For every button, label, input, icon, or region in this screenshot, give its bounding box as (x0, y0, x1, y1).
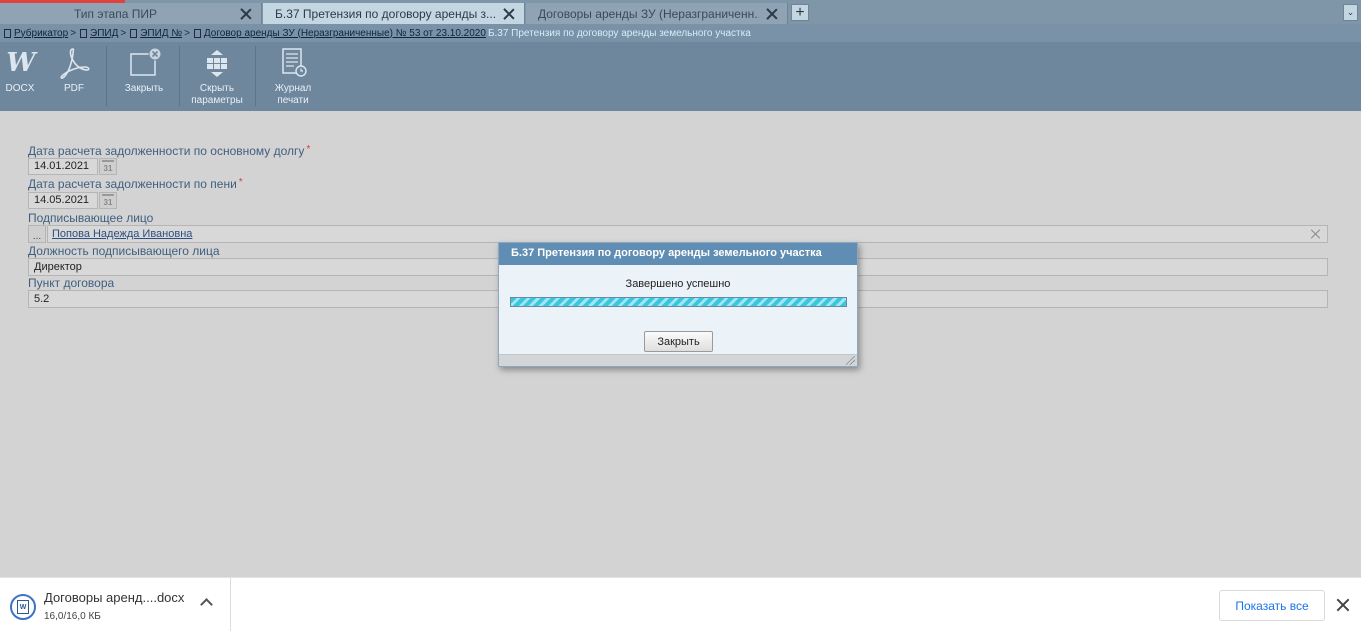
breadcrumb-item[interactable]: ЭПИД № (130, 28, 182, 39)
breadcrumb-item[interactable]: Рубрикатор (4, 28, 68, 39)
plus-icon: + (795, 3, 805, 21)
breadcrumb-link-contract[interactable]: Договор аренды ЗУ (Неразграниченные) № 5… (204, 28, 486, 39)
breadcrumb-separator: > (120, 27, 127, 39)
hide-params-label-2: параметры (191, 95, 243, 106)
print-log-label-1: Журнал (274, 83, 312, 94)
export-pdf-label: PDF (64, 83, 84, 94)
breadcrumb-item[interactable]: ЭПИД (80, 28, 118, 39)
signer-label: Подписывающее лицо (28, 211, 154, 225)
calendar-icon[interactable]: 31 (99, 192, 117, 209)
toolbar: W DOCX PDF Закрыть Скрыть параметры Журн… (0, 42, 1361, 111)
dialog-footer (499, 354, 857, 366)
resize-grip-icon[interactable] (846, 356, 855, 365)
download-file-size: 16,0/16,0 КБ (44, 611, 101, 622)
add-tab-button[interactable]: + (791, 4, 809, 21)
signer-position-label: Должность подписывающего лица (28, 244, 220, 258)
tab-label: Б.37 Претензия по договору аренды з... (275, 6, 496, 21)
close-icon[interactable] (1336, 598, 1350, 612)
contract-clause-label: Пункт договора (28, 276, 115, 290)
close-icon[interactable] (502, 7, 516, 21)
breadcrumb-item[interactable]: Договор аренды ЗУ (Неразграниченные) № 5… (193, 28, 486, 39)
word-icon: W (6, 48, 35, 78)
close-label: Закрыть (124, 83, 164, 94)
show-all-button[interactable]: Показать все (1219, 590, 1325, 621)
signer-field[interactable]: Попова Надежда Ивановна (47, 225, 1328, 243)
hide-params-label-1: Скрыть (199, 83, 235, 94)
dialog-close-button[interactable]: Закрыть (644, 331, 713, 352)
tab-menu-button[interactable]: ⌄ (1343, 4, 1358, 21)
tab-pir-stage-type[interactable]: Тип этапа ПИР (0, 3, 262, 24)
lookup-button[interactable]: ... (28, 225, 46, 243)
export-pdf-button[interactable]: PDF (54, 46, 94, 108)
document-icon (80, 28, 88, 38)
download-item[interactable]: W Договоры аренд....docx 16,0/16,0 КБ (0, 578, 231, 631)
signer-link[interactable]: Попова Надежда Ивановна (52, 228, 192, 240)
print-log-label-2: печати (277, 95, 309, 106)
breadcrumb-link-rubricator[interactable]: Рубрикатор (14, 28, 68, 39)
toolbar-divider (106, 46, 107, 106)
download-file-name: Договоры аренд....docx (44, 590, 185, 605)
penalty-date-input[interactable]: 14.05.2021 (28, 192, 98, 209)
required-mark: * (238, 177, 243, 188)
chevron-down-icon: ⌄ (1346, 7, 1355, 17)
breadcrumb-link-epid[interactable]: ЭПИД (90, 28, 118, 39)
breadcrumb-separator: > (184, 27, 190, 39)
toolbar-divider (179, 46, 180, 106)
tab-bar: Тип этапа ПИР Б.37 Претензия по договору… (0, 0, 1361, 24)
close-window-icon (127, 46, 161, 80)
word-file-icon: W (10, 594, 36, 620)
document-icon (193, 28, 201, 38)
close-button[interactable]: Закрыть (118, 46, 170, 108)
breadcrumb-separator: > (70, 27, 77, 39)
penalty-date-label: Дата расчета задолженности по пени * (28, 177, 243, 191)
breadcrumb-current: Б.37 Претензия по договору аренды земель… (487, 27, 751, 39)
hide-params-button[interactable]: Скрыть параметры (186, 46, 248, 108)
tab-label: Тип этапа ПИР (74, 6, 157, 21)
breadcrumb: Рубрикатор > ЭПИД > ЭПИД № > Договор аре… (0, 24, 1361, 42)
tab-label: Договоры аренды ЗУ (Неразграниченн... (538, 6, 759, 21)
document-icon (130, 28, 138, 38)
export-docx-label: DOCX (5, 83, 35, 94)
print-log-icon (276, 46, 310, 80)
chevron-up-icon[interactable] (200, 598, 213, 611)
dialog-title: Б.37 Претензия по договору аренды земель… (499, 243, 857, 265)
breadcrumb-link-epid-number[interactable]: ЭПИД № (140, 28, 182, 39)
print-log-button[interactable]: Журнал печати (266, 46, 320, 108)
close-icon[interactable] (239, 7, 253, 21)
progress-bar (510, 297, 847, 307)
tab-lease-contracts[interactable]: Договоры аренды ЗУ (Неразграниченн... (526, 3, 788, 24)
close-icon[interactable] (765, 7, 779, 21)
toolbar-divider (255, 46, 256, 106)
required-mark: * (306, 144, 311, 155)
ellipsis-icon: ... (32, 231, 42, 242)
completion-dialog: Б.37 Претензия по договору аренды земель… (498, 242, 858, 367)
calendar-icon[interactable]: 31 (99, 158, 117, 175)
clear-icon[interactable] (1310, 228, 1322, 240)
export-docx-button[interactable]: W DOCX (2, 46, 38, 108)
download-bar: W Договоры аренд....docx 16,0/16,0 КБ По… (0, 577, 1361, 631)
dialog-message: Завершено успешно (625, 278, 731, 290)
folder-icon (4, 28, 11, 38)
collapse-icon (200, 46, 234, 80)
debt-date-input[interactable]: 14.01.2021 (28, 158, 98, 175)
tab-claim-b37[interactable]: Б.37 Претензия по договору аренды з... (263, 3, 525, 24)
pdf-icon (57, 46, 91, 80)
debt-date-label: Дата расчета задолженности по основному … (28, 144, 311, 158)
